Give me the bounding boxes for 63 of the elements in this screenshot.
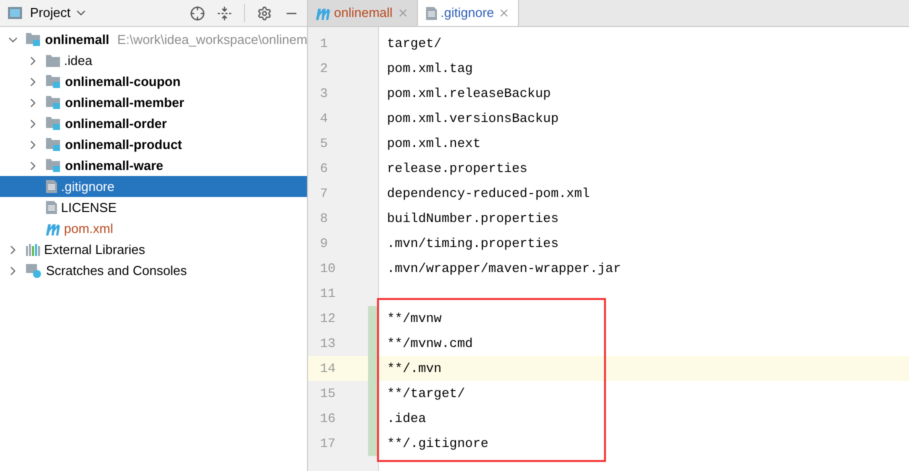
module-folder-icon	[46, 96, 61, 109]
close-icon[interactable]	[498, 7, 510, 19]
tree-item[interactable]: .gitignore	[0, 176, 307, 197]
code-line: pom.xml.tag	[386, 60, 473, 78]
item-label: External Libraries	[44, 240, 146, 259]
code-line: pom.xml.versionsBackup	[386, 110, 559, 128]
editor-tab[interactable]: onlinemall	[308, 0, 418, 26]
panel-icon	[8, 7, 22, 19]
code-line: .idea	[386, 410, 426, 428]
library-icon	[26, 244, 40, 256]
code-line: .mvn/wrapper/maven-wrapper.jar	[386, 260, 622, 278]
maven-icon	[46, 222, 60, 236]
item-label: onlinemall	[45, 30, 110, 49]
code-line: target/	[386, 34, 442, 53]
item-label: onlinemall-product	[65, 136, 182, 154]
settings-icon[interactable]	[257, 6, 272, 20]
module-folder-icon	[26, 33, 41, 46]
code-line: **/.gitignore	[386, 434, 488, 453]
tree-item[interactable]: pom.xml	[0, 218, 307, 239]
file-icon	[426, 6, 437, 20]
code-line: **/mvnw	[386, 310, 442, 328]
tree-item[interactable]: External Libraries	[0, 239, 307, 260]
item-label: .idea	[64, 52, 92, 70]
locate-icon[interactable]	[190, 6, 205, 20]
file-icon	[46, 201, 57, 214]
path-hint: E:\work\idea_workspace\onlinem	[117, 30, 308, 49]
editor-tab[interactable]: .gitignore	[418, 0, 520, 26]
tree-item[interactable]: .idea	[0, 50, 307, 71]
item-label: onlinemall-ware	[65, 156, 164, 175]
item-label: pom.xml	[64, 220, 114, 238]
scratches-icon	[26, 264, 42, 278]
code-line: release.properties	[386, 160, 528, 178]
item-label: onlinemall-member	[65, 94, 184, 112]
collapse-icon[interactable]	[217, 6, 232, 20]
code-line: pom.xml.releaseBackup	[386, 84, 551, 103]
tree-item[interactable]: LICENSE	[0, 197, 307, 218]
tree-item[interactable]: onlinemall-coupon	[0, 71, 307, 92]
file-icon	[46, 180, 57, 193]
code-line: pom.xml.next	[386, 134, 481, 153]
item-label: onlinemall-coupon	[65, 72, 181, 91]
tree-item[interactable]: onlinemall-order	[0, 113, 307, 134]
code-line: buildNumber.properties	[386, 210, 559, 228]
code-line: **/target/	[386, 384, 466, 403]
code-line: .mvn/timing.properties	[386, 234, 559, 253]
module-folder-icon	[46, 117, 61, 130]
code-line: **/.mvn	[386, 360, 442, 378]
tree-item[interactable]: onlinemall-ware	[0, 155, 307, 176]
module-folder-icon	[46, 75, 61, 88]
maven-icon	[316, 6, 330, 20]
item-label: Scratches and Consoles	[46, 262, 187, 280]
code-line: **/mvnw.cmd	[386, 334, 473, 353]
code-line: dependency-reduced-pom.xml	[386, 184, 590, 203]
tree-item[interactable]: onlinemall-member	[0, 92, 307, 113]
panel-title[interactable]: Project	[30, 3, 70, 23]
tree-item[interactable]: Scratches and Consoles	[0, 260, 307, 281]
item-label: .gitignore	[61, 178, 114, 196]
module-folder-icon	[46, 138, 61, 151]
tree-item[interactable]: onlinemall E:\work\idea_workspace\onlinem	[0, 29, 307, 50]
item-label: onlinemall-order	[65, 114, 167, 133]
tree-item[interactable]: onlinemall-product	[0, 134, 307, 155]
module-folder-icon	[46, 159, 61, 172]
folder-icon	[46, 54, 60, 66]
item-label: LICENSE	[61, 198, 117, 217]
